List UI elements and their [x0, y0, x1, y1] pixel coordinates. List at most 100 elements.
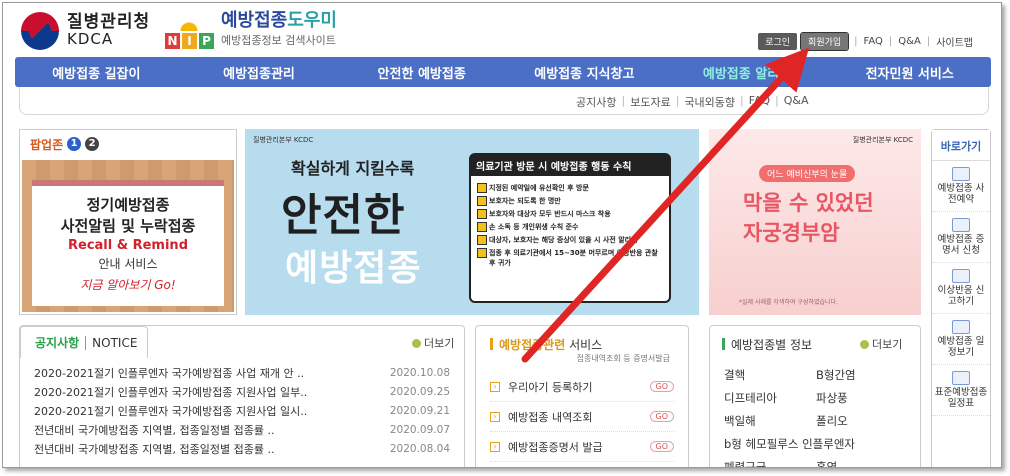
rule-item: 보호자와 대상자 모두 반드시 마스크 착용: [477, 209, 663, 219]
vaccine-more-link[interactable]: 더보기: [860, 336, 902, 352]
chevron-right-icon: ›: [490, 411, 500, 422]
service-item-register[interactable]: › 우리아기 등록하기 GO: [490, 372, 674, 402]
notice-title: 2020-2021절기 인플루엔자 국가예방접종 지원사업 일시..: [34, 405, 308, 418]
banner-title: 안전한: [281, 190, 406, 241]
sitemap-link[interactable]: 사이트맵: [936, 34, 973, 49]
banner-agency: 질병관리본부 KCDC: [253, 136, 314, 144]
vaccine-link[interactable]: 폴리오: [816, 410, 908, 433]
kdca-logo[interactable]: 질병관리청 KDCA: [21, 9, 150, 53]
service-title-rest: 서비스: [565, 338, 603, 352]
notice-title: 전년대비 국가예방접종 지역별, 접종일정별 접종률 ..: [34, 424, 275, 437]
go-button[interactable]: GO: [649, 411, 674, 422]
notice-date: 2020.08.04: [389, 443, 450, 455]
subnav-notice[interactable]: 공지사항: [576, 94, 616, 110]
subnav-press[interactable]: 보도자료: [630, 94, 670, 110]
login-button[interactable]: 로그인: [758, 33, 798, 50]
utility-links: 로그인 회원가입 | FAQ | Q&A | 사이트맵: [754, 32, 973, 51]
banner-title: 막을 수 있었던: [743, 191, 874, 215]
notice-date: 2020.09.21: [389, 405, 450, 417]
vaccine-info-title: 예방접종별 정보: [731, 338, 813, 352]
rule-item: 손 소독 등 개인위생 수칙 준수: [477, 222, 663, 232]
subnav-faq[interactable]: FAQ: [749, 94, 770, 110]
gnb-item-guide[interactable]: 예방접종 길잡이: [15, 63, 178, 82]
notice-title: 전년대비 국가예방접종 지역별, 접종일정별 접종률 ..: [34, 443, 275, 456]
main-navigation: 예방접종 길잡이 예방접종관리 안전한 예방접종 예방접종 지식창고 예방접종 …: [15, 57, 991, 87]
schedule-icon: [952, 320, 970, 334]
popup-title: 팝업존: [30, 137, 64, 152]
quick-link-certificate[interactable]: 예방접종 증명서 신청: [932, 212, 990, 263]
rules-card: 의료기관 방문 시 예방접종 행동 수칙 지정된 예약일에 유선확인 후 방문 …: [469, 153, 671, 303]
site-brand[interactable]: 예방접종도우미 예방접종정보 검색사이트: [221, 11, 337, 51]
plus-icon: [412, 339, 421, 348]
safe-vaccination-banner[interactable]: 질병관리본부 KCDC 확실하게 지킬수록 안전한 예방접종 의료기관 방문 시…: [245, 129, 699, 315]
nip-logo[interactable]: N I P: [163, 9, 215, 53]
plus-icon: [860, 340, 869, 349]
agency-name-ko: 질병관리청: [67, 12, 151, 32]
join-button[interactable]: 회원가입: [800, 32, 850, 51]
quick-link-standard[interactable]: 표준예방접종 일정표: [932, 365, 990, 416]
service-title-bold: 예방접종관련: [499, 338, 566, 352]
service-item-history[interactable]: › 예방접종 내역조회 GO: [490, 402, 674, 432]
popup-line: Recall & Remind: [68, 238, 188, 253]
notice-more-link[interactable]: 더보기: [412, 335, 454, 351]
service-item-certificate[interactable]: › 예방접종증명서 발급 GO: [490, 432, 674, 462]
qa-link[interactable]: Q&A: [898, 36, 921, 47]
chevron-right-icon: ›: [490, 381, 500, 392]
list-item[interactable]: 2020-2021절기 인플루엔자 국가예방접종 지원사업 일시.. 2020.0…: [34, 402, 450, 421]
popup-page-1[interactable]: 1: [67, 137, 82, 151]
vaccine-link[interactable]: 디프테리아: [724, 387, 816, 410]
list-item[interactable]: 전년대비 국가예방접종 지역별, 접종일정별 접종률 .. 2020.09.07: [34, 421, 450, 440]
gnb-item-civil[interactable]: 전자민원 서비스: [828, 63, 991, 82]
agency-name-en: KDCA: [67, 30, 114, 48]
gnb-item-safety[interactable]: 안전한 예방접종: [340, 63, 503, 82]
quick-links: 바로가기 예방접종 사전예약 예방접종 증명서 신청 이상반응 신고하기 예방접…: [931, 129, 991, 467]
quick-link-label: 예방접종 일정보기: [937, 336, 985, 358]
banner-headline: 확실하게 지킬수록: [291, 159, 415, 178]
go-button[interactable]: GO: [649, 381, 674, 392]
vaccine-info: 예방접종별 정보 더보기 결핵 B형간염 디프테리아 파상풍 백일해 폴리오 b…: [709, 325, 921, 467]
list-item[interactable]: 2020-2021절기 인플루엔자 국가예방접종 지원사업 일부.. 2020.0…: [34, 383, 450, 402]
list-item[interactable]: 전년대비 국가예방접종 지역별, 접종일정별 접종률 .. 2020.08.04: [34, 440, 450, 459]
printer-icon: [952, 218, 970, 232]
tab-notice-en[interactable]: NOTICE: [85, 335, 137, 350]
faq-link[interactable]: FAQ: [864, 36, 883, 47]
notice-date: 2020.10.08: [389, 367, 450, 379]
syringe-icon: [952, 371, 970, 385]
popup-line: 사전알림 및 누락접종: [60, 217, 196, 235]
vaccine-link[interactable]: B형간염: [816, 364, 908, 387]
popup-zone: 팝업존 1 2 정기예방접종 사전알림 및 누락접종 Recall & Remi…: [19, 129, 237, 315]
tab-notice[interactable]: 공지사항: [21, 334, 85, 351]
vaccination-services: 예방접종관련 서비스 접종내역조회 등 증명서발급 › 우리아기 등록하기 GO ›…: [475, 325, 689, 467]
quick-link-reservation[interactable]: 예방접종 사전예약: [932, 161, 990, 212]
popup-page-2[interactable]: 2: [85, 137, 100, 151]
sub-navigation: 공지사항 | 보도자료 | 국내외동향 | FAQ | Q&A: [19, 87, 989, 115]
list-item[interactable]: 2020-2021절기 인플루엔자 국가예방접종 사업 재개 안 .. 2020.…: [34, 364, 450, 383]
vaccine-link[interactable]: 홍역: [816, 456, 908, 467]
vaccine-link[interactable]: 파상풍: [816, 387, 908, 410]
go-button[interactable]: GO: [649, 441, 674, 452]
vaccine-link[interactable]: 폐렴구균: [724, 456, 816, 467]
rule-item: 지정된 예약일에 유선확인 후 방문: [477, 183, 663, 193]
brand-main: 예방접종: [221, 10, 288, 31]
quick-link-label: 이상반응 신고하기: [937, 285, 985, 307]
cervical-cancer-banner[interactable]: 질병관리본부 KCDC 어느 예비신부의 눈물 막을 수 있었던 자궁경부암 *…: [709, 129, 921, 315]
notice-title: 2020-2021절기 인플루엔자 국가예방접종 지원사업 일부..: [34, 386, 308, 399]
vaccine-link[interactable]: 백일해: [724, 410, 816, 433]
popup-banner[interactable]: 정기예방접종 사전알림 및 누락접종 Recall & Remind 안내 서비…: [22, 160, 234, 312]
nip-letter: P: [199, 33, 214, 49]
quick-link-schedule[interactable]: 예방접종 일정보기: [932, 314, 990, 365]
gnb-item-management[interactable]: 예방접종관리: [178, 63, 341, 82]
nip-letter: I: [182, 33, 197, 49]
vaccine-link[interactable]: 결핵: [724, 364, 816, 387]
subnav-qa[interactable]: Q&A: [784, 94, 809, 110]
vaccine-link[interactable]: b형 헤모필루스 인플루엔자: [724, 433, 908, 456]
quick-links-title: 바로가기: [932, 130, 990, 161]
popup-go-link[interactable]: 지금 알아보기 Go!: [32, 276, 224, 293]
banner-title-2: 예방접종: [285, 248, 422, 289]
subnav-trends[interactable]: 국내외동향: [684, 94, 735, 110]
popup-line: 정기예방접종: [86, 196, 170, 214]
quick-link-adverse[interactable]: 이상반응 신고하기: [932, 263, 990, 314]
gnb-item-knowledge[interactable]: 예방접종 지식창고: [503, 63, 666, 82]
gnb-item-notice[interactable]: 예방접종 알리미: [666, 63, 829, 82]
notice-board: 공지사항 NOTICE 더보기 2020-2021절기 인플루엔자 국가예방접종…: [19, 325, 465, 467]
